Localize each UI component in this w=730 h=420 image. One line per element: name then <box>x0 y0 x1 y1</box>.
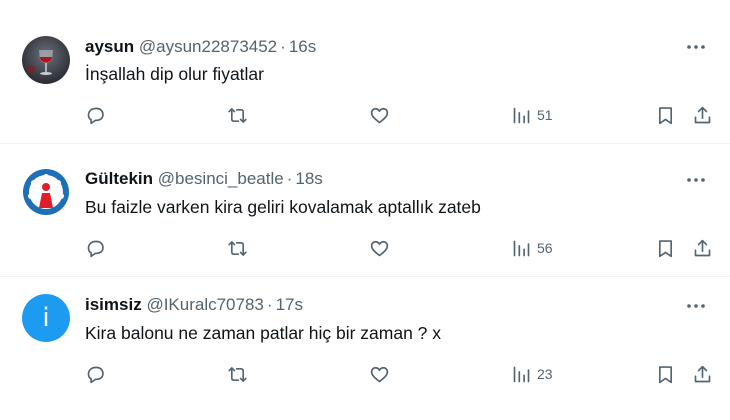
user-handle[interactable]: @aysun22873452 <box>139 37 277 56</box>
display-name[interactable]: aysun <box>85 37 134 56</box>
retweet-icon <box>228 240 247 256</box>
like-icon <box>370 366 389 382</box>
separator-dot: · <box>280 37 286 56</box>
reply-icon <box>87 366 104 383</box>
more-icon[interactable] <box>684 296 708 316</box>
share-icon <box>694 106 711 123</box>
share-button[interactable] <box>692 236 713 260</box>
bookmark-icon <box>658 365 673 383</box>
views-button[interactable]: 23 <box>511 362 553 386</box>
views-icon <box>513 240 530 256</box>
reply-feed: aysun @aysun22873452 · 16s İnşallah dip ol… <box>0 0 730 420</box>
tweet-text: İnşallah dip olur fiyatlar <box>85 64 264 84</box>
separator-dot: · <box>266 295 273 314</box>
circle-pattern-avatar-icon <box>22 168 70 216</box>
tweet[interactable]: Gültekin @besinci_beatle · 18s Bu faizle v… <box>0 144 730 276</box>
more-icon[interactable] <box>684 37 708 57</box>
info-letter-icon: i <box>42 303 50 333</box>
timestamp[interactable]: 18s <box>295 169 322 188</box>
share-icon <box>694 239 711 256</box>
retweet-button[interactable] <box>227 236 248 260</box>
views-count: 56 <box>537 240 553 256</box>
reply-button[interactable] <box>85 103 106 127</box>
bookmark-icon <box>658 239 673 257</box>
reply-button[interactable] <box>85 362 106 386</box>
tweet[interactable]: aysun @aysun22873452 · 16s İnşallah dip ol… <box>0 0 730 143</box>
retweet-icon <box>228 107 247 123</box>
user-handle[interactable]: @IKuralc70783 <box>146 295 263 314</box>
bookmark-button[interactable] <box>655 103 676 127</box>
tweet[interactable]: i isimsiz @IKuralc70783 · 17s Kira balonu … <box>0 277 730 420</box>
action-bar: 51 <box>0 103 730 127</box>
avatar[interactable] <box>22 36 70 84</box>
display-name[interactable]: Gültekin <box>85 169 153 188</box>
more-icon[interactable] <box>684 170 708 190</box>
user-handle[interactable]: @besinci_beatle <box>158 169 284 188</box>
like-icon <box>370 240 389 256</box>
retweet-button[interactable] <box>227 362 248 386</box>
avatar[interactable] <box>22 168 70 216</box>
like-button[interactable] <box>369 236 390 260</box>
tweet-text: Kira balonu ne zaman patlar hiç bir zama… <box>85 323 442 343</box>
views-button[interactable]: 51 <box>511 103 553 127</box>
tweet-header: isimsiz @IKuralc70783 · 17s <box>85 294 303 316</box>
like-button[interactable] <box>369 103 390 127</box>
views-count: 51 <box>537 107 553 123</box>
reply-icon <box>87 107 104 124</box>
like-button[interactable] <box>369 362 390 386</box>
views-count: 23 <box>537 366 553 382</box>
bookmark-icon <box>658 106 673 124</box>
action-bar: 23 <box>0 362 730 386</box>
bookmark-button[interactable] <box>655 362 676 386</box>
share-icon <box>694 365 711 382</box>
share-button[interactable] <box>692 362 713 386</box>
reply-button[interactable] <box>85 236 106 260</box>
tweet-text: Bu faizle varken kira geliri kovalamak a… <box>85 197 481 217</box>
wine-glass-avatar-icon <box>22 36 70 84</box>
retweet-button[interactable] <box>227 103 248 127</box>
views-icon <box>513 366 530 382</box>
tweet-header: aysun @aysun22873452 · 16s <box>85 36 316 58</box>
tweet-header: Gültekin @besinci_beatle · 18s <box>85 168 323 190</box>
action-bar: 56 <box>0 236 730 260</box>
views-icon <box>513 107 530 123</box>
separator-dot: · <box>286 169 293 188</box>
views-button[interactable]: 56 <box>511 236 553 260</box>
share-button[interactable] <box>692 103 713 127</box>
retweet-icon <box>228 366 247 382</box>
like-icon <box>370 107 389 123</box>
avatar[interactable]: i <box>22 294 70 342</box>
bookmark-button[interactable] <box>655 236 676 260</box>
display-name[interactable]: isimsiz <box>85 295 142 314</box>
reply-icon <box>87 240 104 257</box>
timestamp[interactable]: 17s <box>276 295 303 314</box>
timestamp[interactable]: 16s <box>289 37 316 56</box>
